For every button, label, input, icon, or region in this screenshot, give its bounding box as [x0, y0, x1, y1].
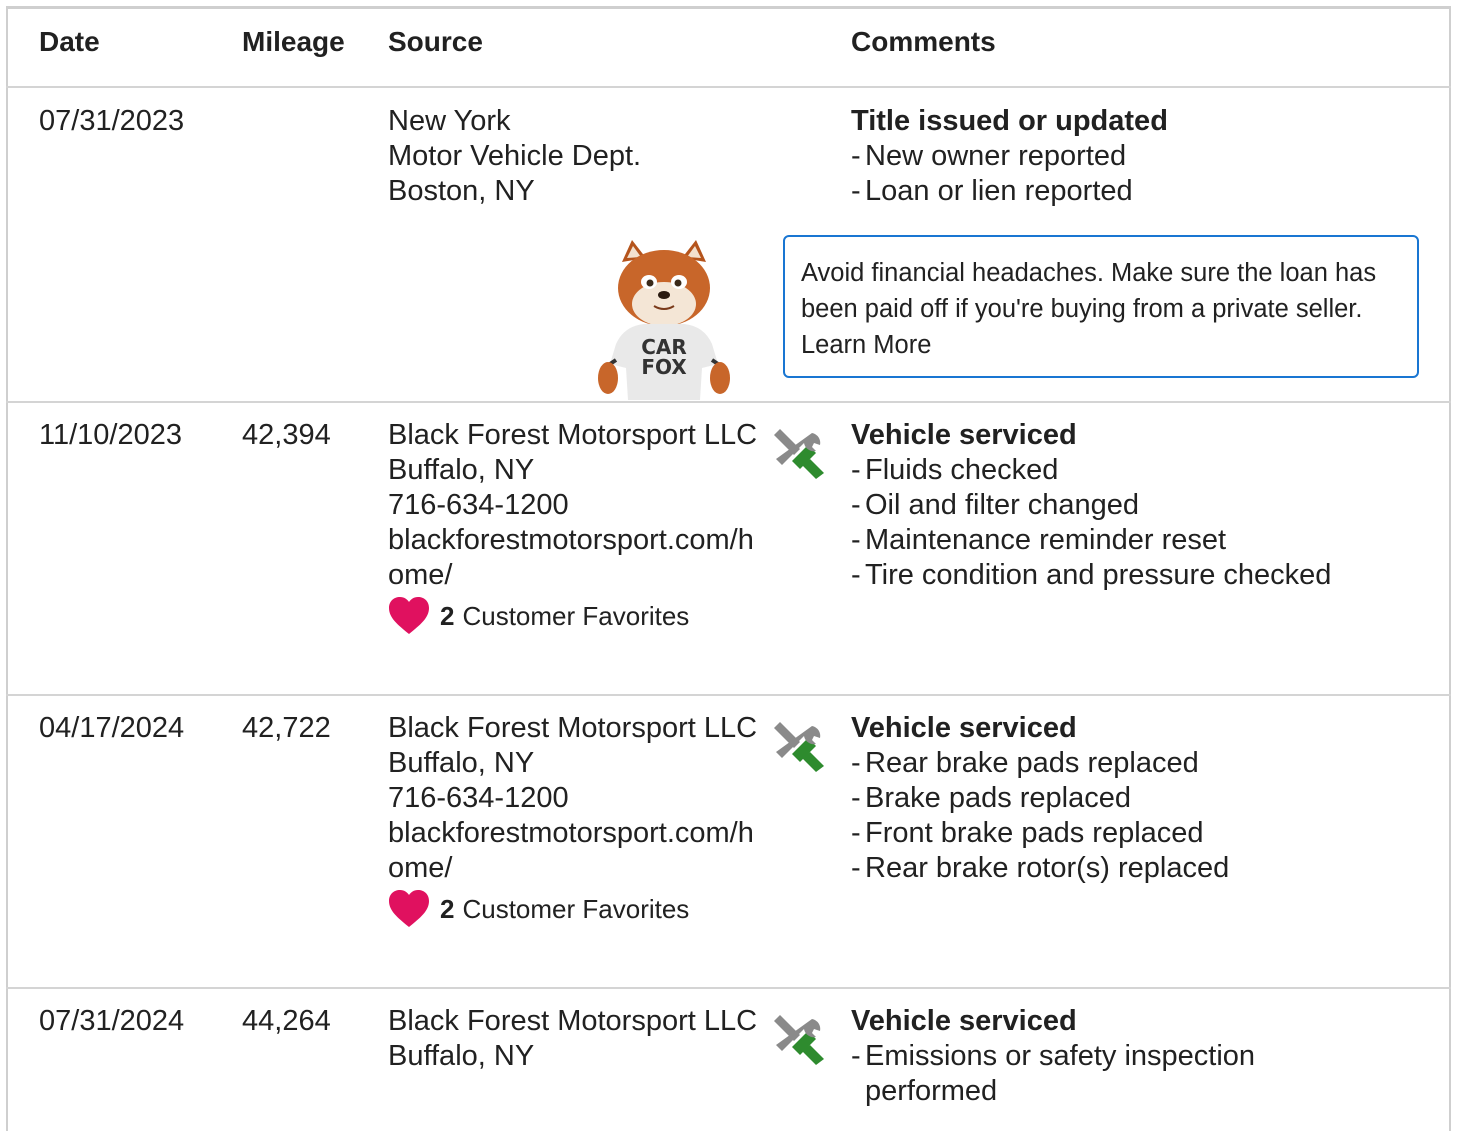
row-date: 04/17/2024 [39, 712, 185, 744]
table-row: 04/17/2024 42,722 Black Forest Motorspor… [6, 696, 1451, 989]
source-line: Buffalo, NY [388, 747, 535, 779]
source-website[interactable]: blackforestmotorsport.com/home/ [388, 816, 758, 886]
source-website[interactable]: blackforestmotorsport.com/home/ [388, 523, 758, 593]
comment-item: Loan or lien reported [851, 174, 1411, 209]
source-line: Black Forest Motorsport LLC [388, 1005, 758, 1037]
comment-item: Brake pads replaced [851, 781, 1411, 816]
heart-icon [389, 890, 429, 927]
comment-item: Rear brake pads replaced [851, 746, 1411, 781]
comment-title: Vehicle serviced [851, 712, 1077, 744]
comment-item: Rear brake rotor(s) replaced [851, 851, 1411, 886]
header-comments: Comments [851, 26, 996, 57]
comment-title: Vehicle serviced [851, 419, 1077, 451]
service-tools-icon [774, 1015, 824, 1065]
loan-tip-text[interactable]: Avoid financial headaches. Make sure the… [801, 259, 1376, 359]
table-row: 07/31/2023 New York Motor Vehicle Dept. … [6, 88, 1451, 403]
row-source: Black Forest Motorsport LLC Buffalo, NY [388, 1004, 758, 1074]
loan-tip-box: Avoid financial headaches. Make sure the… [783, 235, 1419, 378]
comment-item: Front brake pads replaced [851, 816, 1411, 851]
row-source: Black Forest Motorsport LLC Buffalo, NY … [388, 711, 758, 928]
comment-title: Vehicle serviced [851, 1005, 1077, 1037]
comment-item: Oil and filter changed [851, 488, 1411, 523]
favorites-label: Customer Favorites [462, 600, 690, 631]
row-comments: Vehicle serviced Fluids checked Oil and … [851, 418, 1411, 593]
heart-icon [389, 597, 429, 634]
source-line: Black Forest Motorsport LLC [388, 419, 758, 451]
row-mileage: 44,264 [242, 1005, 331, 1037]
row-comments: Vehicle serviced Rear brake pads replace… [851, 711, 1411, 886]
source-line: Buffalo, NY [388, 454, 535, 486]
favorites-label: Customer Favorites [462, 893, 690, 924]
table-header: Date Mileage Source Comments [6, 9, 1451, 88]
comment-item: New owner reported [851, 139, 1411, 174]
source-line: Buffalo, NY [388, 1040, 535, 1072]
comment-item: Fluids checked [851, 453, 1411, 488]
table-row: 11/10/2023 42,394 Black Forest Motorspor… [6, 403, 1451, 696]
source-line: Black Forest Motorsport LLC [388, 712, 758, 744]
source-phone[interactable]: 716-634-1200 [388, 781, 758, 816]
comment-item: Emissions or safety inspection performed [851, 1039, 1321, 1109]
source-phone[interactable]: 716-634-1200 [388, 488, 758, 523]
row-date: 11/10/2023 [39, 419, 182, 451]
row-comments: Title issued or updated New owner report… [851, 104, 1411, 209]
favorites-count: 2 [440, 893, 455, 924]
favorites-count: 2 [440, 600, 455, 631]
row-date: 07/31/2023 [39, 105, 185, 137]
mascot-shirt-text-fox: FOX [641, 355, 687, 379]
service-tools-icon [774, 429, 824, 479]
table-row: 07/31/2024 44,264 Black Forest Motorspor… [6, 989, 1451, 1125]
row-date: 07/31/2024 [39, 1005, 185, 1037]
comment-item: Maintenance reminder reset [851, 523, 1411, 558]
row-comments: Vehicle serviced Emissions or safety ins… [851, 1004, 1321, 1109]
comment-item: Tire condition and pressure checked [851, 558, 1411, 593]
row-source: New York Motor Vehicle Dept. Boston, NY [388, 104, 758, 209]
row-source: Black Forest Motorsport LLC Buffalo, NY … [388, 418, 758, 635]
header-source: Source [388, 26, 483, 57]
source-line: Boston, NY [388, 175, 535, 207]
customer-favorites[interactable]: 2 Customer Favorites [388, 597, 758, 635]
service-tools-icon [774, 722, 824, 772]
header-mileage: Mileage [242, 26, 345, 57]
source-line: New York [388, 105, 511, 137]
carfox-mascot-image: CAR FOX [598, 240, 730, 400]
customer-favorites[interactable]: 2 Customer Favorites [388, 890, 758, 928]
header-date: Date [39, 26, 100, 57]
row-mileage: 42,394 [242, 419, 331, 451]
comment-title: Title issued or updated [851, 105, 1168, 137]
source-line: Motor Vehicle Dept. [388, 140, 642, 172]
row-mileage: 42,722 [242, 712, 331, 744]
